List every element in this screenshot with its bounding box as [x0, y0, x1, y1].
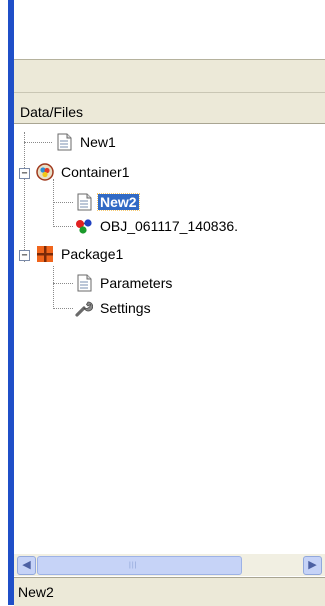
tree-item-label: Container1: [61, 164, 130, 180]
tree-item-label: OBJ_061117_140836.: [100, 218, 239, 234]
tree-item-label: New2: [97, 193, 140, 211]
document-icon: [77, 274, 92, 292]
tree-item-label: Settings: [100, 300, 151, 316]
tree-item-new1[interactable]: New1: [55, 132, 118, 152]
panel-header: Data/Files: [14, 99, 325, 124]
tree-line: [53, 266, 54, 309]
tree-item-label: Package1: [61, 246, 124, 262]
collapse-toggle-container1[interactable]: −: [19, 168, 30, 179]
tree-item-new2[interactable]: New2: [75, 192, 140, 212]
scroll-left-button[interactable]: ◀: [17, 556, 36, 575]
tree-line: [24, 132, 25, 262]
document-icon: [57, 133, 72, 151]
status-text: New2: [18, 584, 54, 600]
panel-title: Data/Files: [20, 104, 84, 120]
tree-item-label: Parameters: [100, 275, 173, 291]
tree-line: [53, 226, 73, 227]
tree-item-container1[interactable]: Container1: [36, 162, 132, 182]
scroll-thumb[interactable]: [37, 556, 242, 575]
tree-line: [53, 308, 73, 309]
tree-line: [53, 283, 73, 284]
scroll-right-button[interactable]: ▶: [303, 556, 322, 575]
container-icon: [36, 163, 54, 181]
tree-item-package1[interactable]: Package1: [36, 244, 125, 264]
tree-item-parameters[interactable]: Parameters: [75, 273, 174, 293]
molecule-icon: [76, 219, 92, 234]
status-bar: New2: [14, 577, 325, 606]
toolbar-band: [14, 60, 325, 93]
package-icon: [37, 246, 53, 262]
tree-line: [24, 142, 52, 143]
document-icon: [77, 193, 92, 211]
collapse-toggle-package1[interactable]: −: [19, 250, 30, 261]
upper-pane: [14, 0, 325, 60]
data-files-panel: Data/Files − − New1 Container1 New2 OBJ_…: [14, 0, 325, 606]
tree-item-obj[interactable]: OBJ_061117_140836.: [75, 216, 240, 236]
left-frame: [0, 0, 8, 605]
horizontal-scrollbar[interactable]: ◀ ||| ▶: [14, 554, 325, 576]
tree-item-label: New1: [80, 134, 116, 150]
tree-line: [53, 202, 73, 203]
tree-item-settings[interactable]: Settings: [75, 298, 153, 318]
tree-line: [53, 179, 54, 227]
wrench-icon: [75, 301, 93, 317]
file-tree: − − New1 Container1 New2 OBJ_061117_1408…: [14, 124, 325, 554]
scroll-grip: |||: [129, 562, 138, 569]
